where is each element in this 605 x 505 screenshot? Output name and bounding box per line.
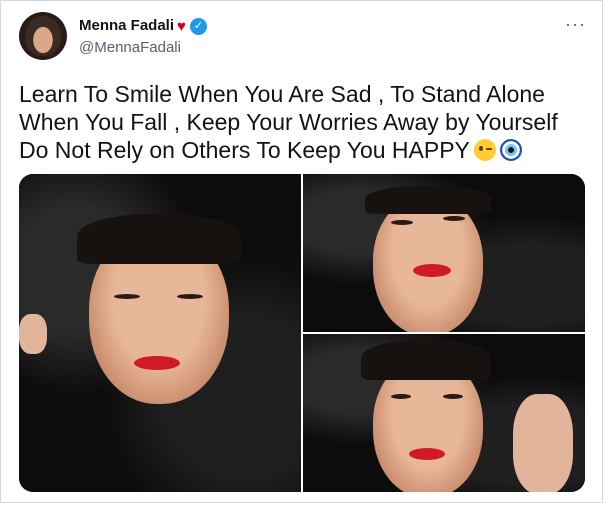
author-name[interactable]: Menna Fadali — [79, 16, 174, 36]
more-options-icon[interactable]: ··· — [565, 15, 586, 33]
tweet-text: Learn To Smile When You Are Sad , To Sta… — [19, 80, 594, 164]
winking-face-icon — [473, 139, 496, 161]
tweet-photo-1[interactable] — [19, 174, 301, 492]
verified-badge-icon: ✓ — [189, 17, 207, 35]
tweet-line: Learn To Smile When You Are Sad , To Sta… — [19, 81, 545, 107]
tweet-photo-2[interactable] — [303, 174, 585, 332]
author-name-row[interactable]: Menna Fadali ♥ ✓ — [79, 16, 207, 36]
tweet-line: Do Not Rely on Others To Keep You HAPPY — [19, 136, 594, 164]
media-grid — [19, 174, 585, 492]
nazar-amulet-icon — [499, 139, 522, 161]
author-handle[interactable]: @MennaFadali — [79, 38, 181, 58]
tweet-card[interactable]: Menna Fadali ♥ ✓ @MennaFadali ··· Learn … — [0, 0, 603, 503]
avatar-portrait — [25, 16, 61, 56]
avatar[interactable] — [19, 12, 67, 60]
tweet-photo-3[interactable] — [303, 334, 585, 492]
tweet-line: When You Fall , Keep Your Worries Away b… — [19, 109, 558, 135]
tweet-line-text: Do Not Rely on Others To Keep You HAPPY — [19, 137, 470, 163]
heart-icon: ♥ — [177, 17, 186, 35]
